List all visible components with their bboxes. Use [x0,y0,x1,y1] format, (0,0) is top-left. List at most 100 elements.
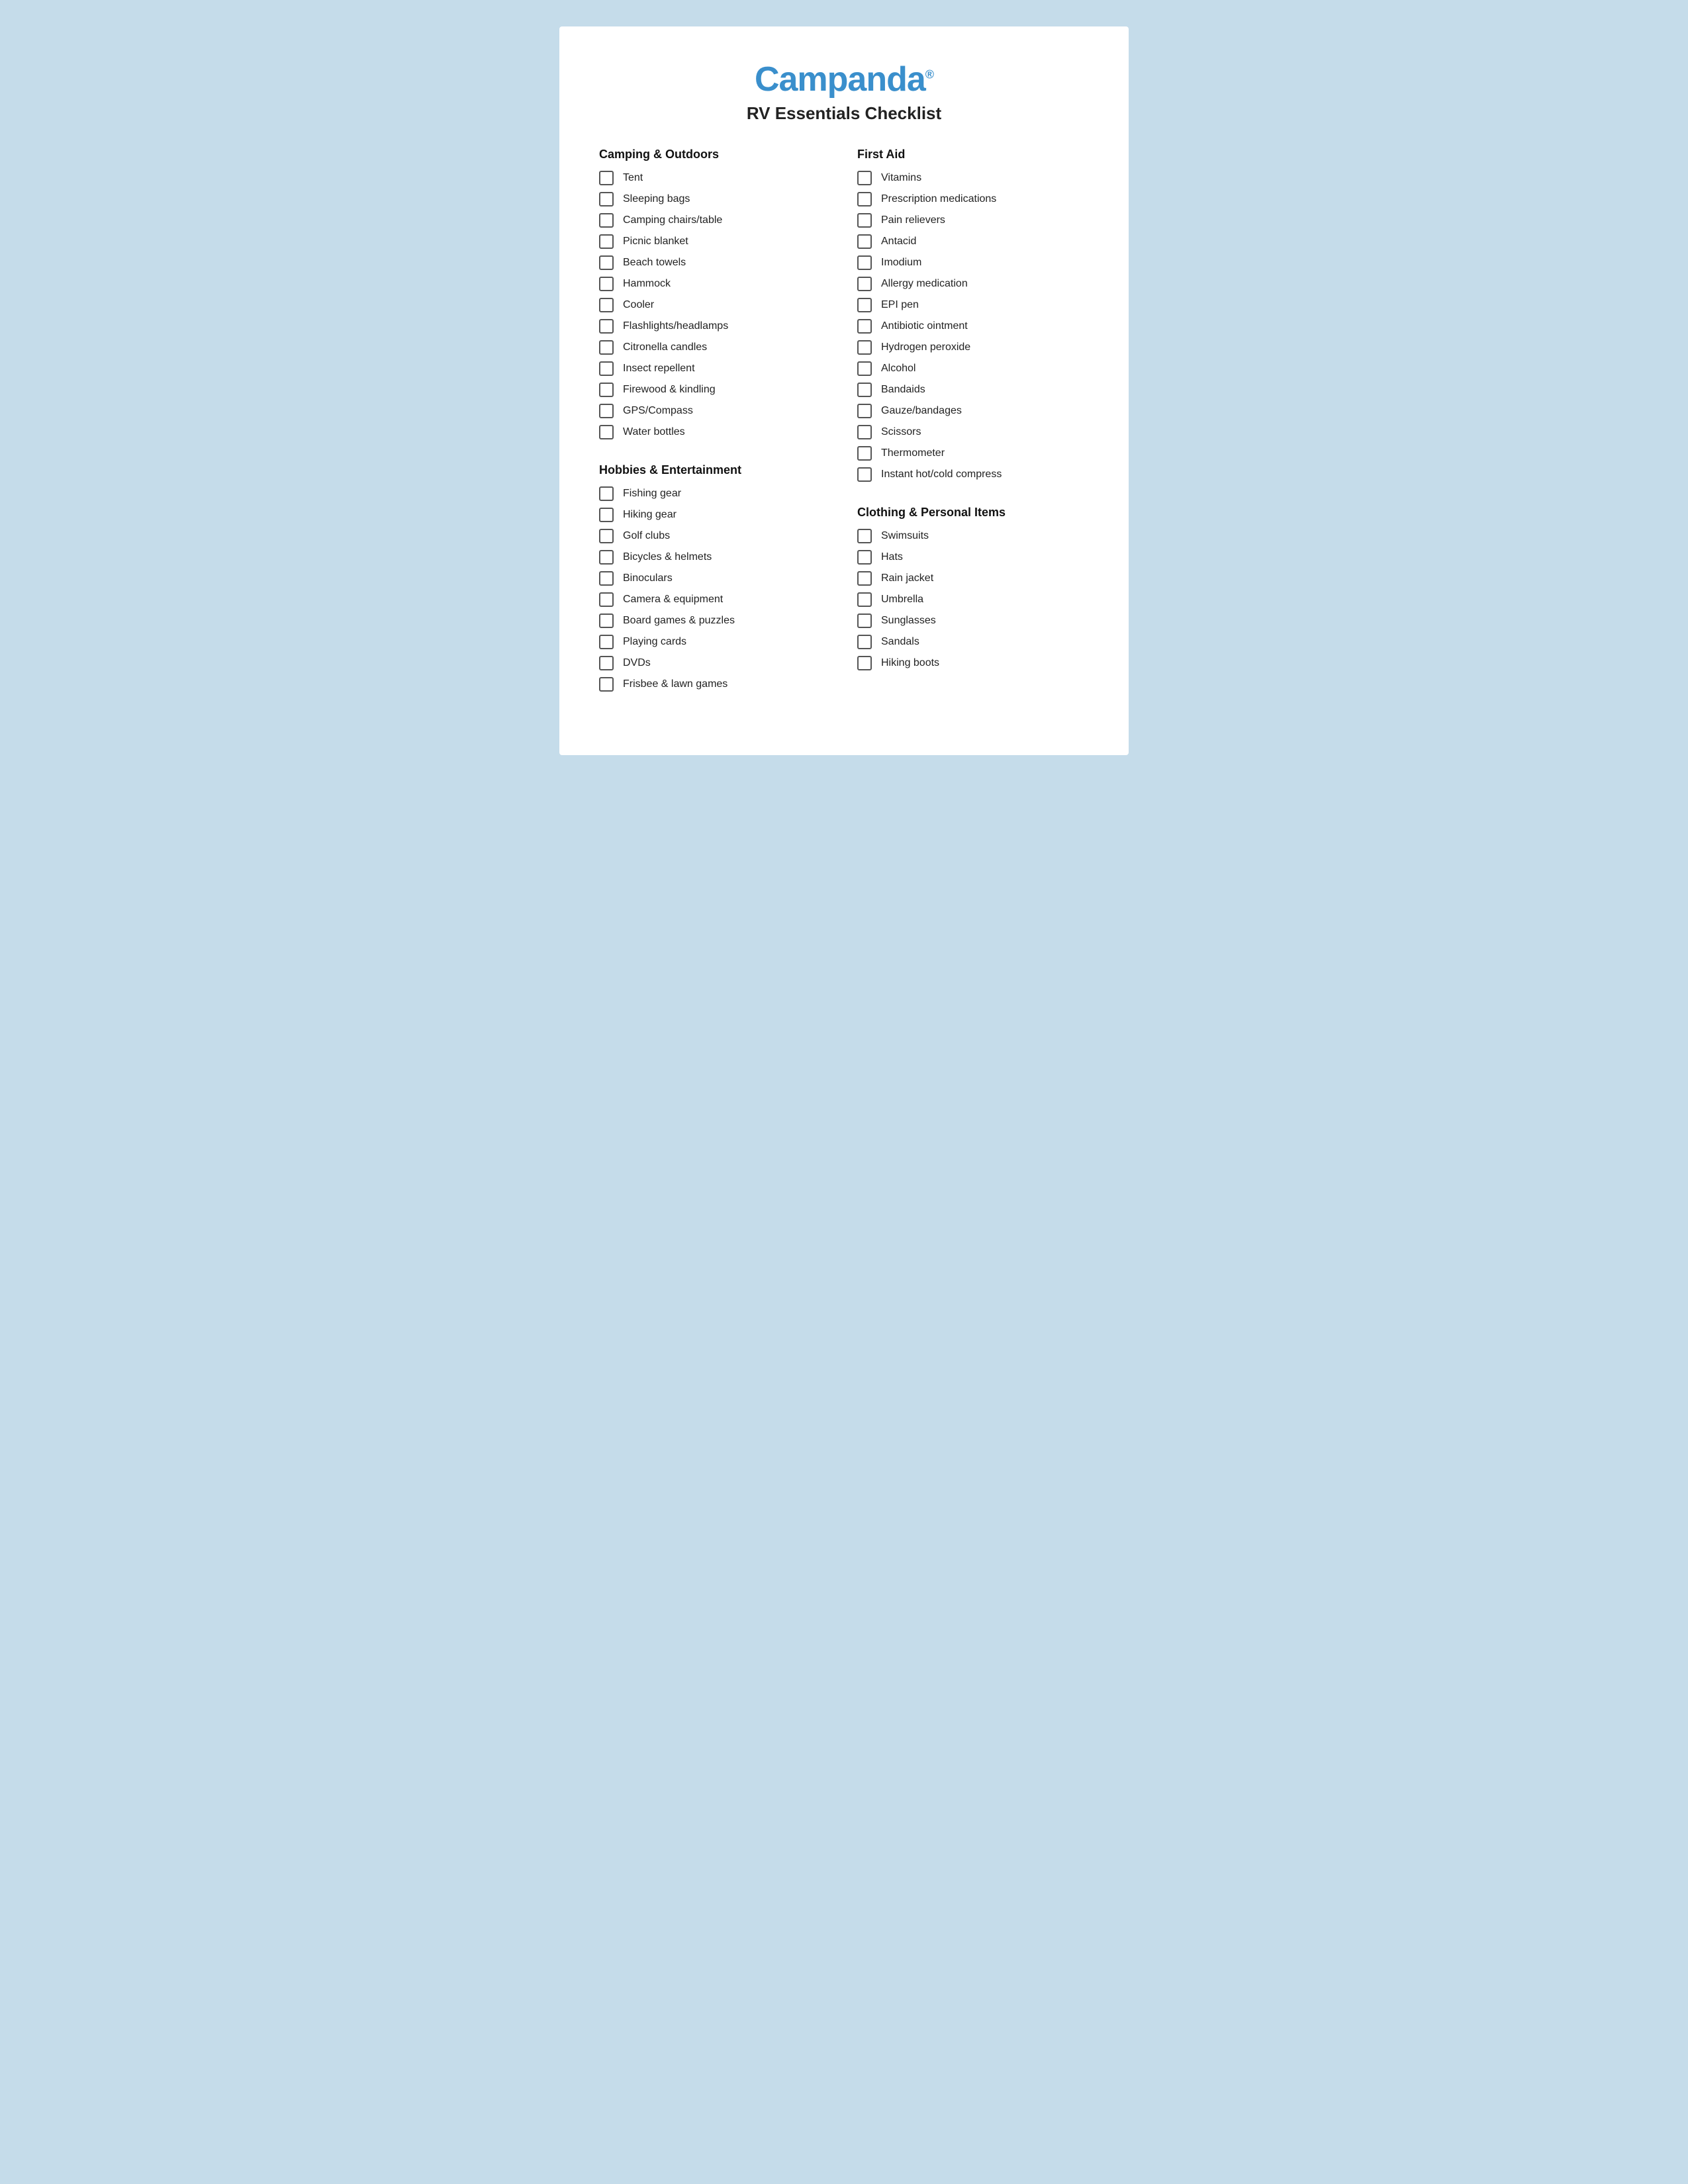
list-item: Bicycles & helmets [599,550,831,565]
checkbox-hobbies-entertainment-2[interactable] [599,529,614,543]
checkbox-clothing-personal-3[interactable] [857,592,872,607]
item-label: Board games & puzzles [623,615,735,627]
item-label: Prescription medications [881,193,996,205]
brand-logo: Campanda® [599,60,1089,99]
checkbox-clothing-personal-2[interactable] [857,571,872,586]
checkbox-camping-outdoors-8[interactable] [599,340,614,355]
list-item: Golf clubs [599,529,831,543]
list-item: Pain relievers [857,213,1089,228]
list-item: Tent [599,171,831,185]
list-item: Insect repellent [599,361,831,376]
section-title-clothing-personal: Clothing & Personal Items [857,506,1089,520]
list-item: Sunglasses [857,614,1089,628]
checkbox-first-aid-2[interactable] [857,213,872,228]
checkbox-first-aid-12[interactable] [857,425,872,439]
checkbox-hobbies-entertainment-6[interactable] [599,614,614,628]
checkbox-camping-outdoors-10[interactable] [599,383,614,397]
section-title-first-aid: First Aid [857,148,1089,161]
checkbox-camping-outdoors-7[interactable] [599,319,614,334]
section-first-aid: First AidVitaminsPrescription medication… [857,148,1089,482]
checkbox-first-aid-0[interactable] [857,171,872,185]
section-hobbies-entertainment: Hobbies & Entertainment Fishing gear Hikin… [599,463,831,692]
checkbox-hobbies-entertainment-9[interactable] [599,677,614,692]
list-item: Flashlights/headlamps [599,319,831,334]
item-label: Picnic blanket [623,236,688,248]
list-item: Hydrogen peroxide [857,340,1089,355]
item-label: Antibiotic ointment [881,320,968,332]
checkbox-camping-outdoors-9[interactable] [599,361,614,376]
item-label: Bicycles & helmets [623,551,712,563]
item-label: GPS/Compass [623,405,693,417]
list-item: Water bottles [599,425,831,439]
checkbox-hobbies-entertainment-3[interactable] [599,550,614,565]
item-label: Bandaids [881,384,925,396]
item-label: Sunglasses [881,615,936,627]
list-item: Umbrella [857,592,1089,607]
checkbox-clothing-personal-5[interactable] [857,635,872,649]
checkbox-first-aid-9[interactable] [857,361,872,376]
checkbox-clothing-personal-0[interactable] [857,529,872,543]
checkbox-camping-outdoors-4[interactable] [599,255,614,270]
list-item: Thermometer [857,446,1089,461]
page-title: RV Essentials Checklist [599,103,1089,124]
list-item: Beach towels [599,255,831,270]
checkbox-camping-outdoors-1[interactable] [599,192,614,206]
item-label: Water bottles [623,426,685,438]
checkbox-first-aid-3[interactable] [857,234,872,249]
checkbox-hobbies-entertainment-0[interactable] [599,486,614,501]
item-label: Sleeping bags [623,193,690,205]
item-label: Insect repellent [623,363,695,375]
checkbox-first-aid-5[interactable] [857,277,872,291]
checkbox-clothing-personal-6[interactable] [857,656,872,670]
list-item: Camping chairs/table [599,213,831,228]
checkbox-first-aid-7[interactable] [857,319,872,334]
checkbox-hobbies-entertainment-4[interactable] [599,571,614,586]
section-title-hobbies-entertainment: Hobbies & Entertainment [599,463,831,477]
list-item: Allergy medication [857,277,1089,291]
checkbox-hobbies-entertainment-7[interactable] [599,635,614,649]
checkbox-first-aid-6[interactable] [857,298,872,312]
item-label: Swimsuits [881,530,929,542]
checkbox-first-aid-1[interactable] [857,192,872,206]
list-item: Prescription medications [857,192,1089,206]
item-label: Gauze/bandages [881,405,962,417]
list-item: Gauze/bandages [857,404,1089,418]
logo-text: Campanda [755,60,925,99]
list-item: Sleeping bags [599,192,831,206]
checkbox-camping-outdoors-11[interactable] [599,404,614,418]
list-item: Citronella candles [599,340,831,355]
checkbox-first-aid-4[interactable] [857,255,872,270]
checkbox-camping-outdoors-6[interactable] [599,298,614,312]
checkbox-camping-outdoors-5[interactable] [599,277,614,291]
right-column: First AidVitaminsPrescription medication… [857,148,1089,715]
checkbox-first-aid-14[interactable] [857,467,872,482]
list-item: Antacid [857,234,1089,249]
checkbox-first-aid-10[interactable] [857,383,872,397]
item-label: Camera & equipment [623,594,723,606]
checkbox-camping-outdoors-3[interactable] [599,234,614,249]
checkbox-hobbies-entertainment-8[interactable] [599,656,614,670]
checkbox-hobbies-entertainment-1[interactable] [599,508,614,522]
list-item: Board games & puzzles [599,614,831,628]
checkbox-clothing-personal-4[interactable] [857,614,872,628]
item-label: Binoculars [623,572,673,584]
checkbox-first-aid-13[interactable] [857,446,872,461]
list-item: Firewood & kindling [599,383,831,397]
checkbox-clothing-personal-1[interactable] [857,550,872,565]
item-label: Hiking gear [623,509,677,521]
item-label: Imodium [881,257,921,269]
item-label: Thermometer [881,447,945,459]
checkbox-camping-outdoors-2[interactable] [599,213,614,228]
checkbox-camping-outdoors-0[interactable] [599,171,614,185]
list-item: Sandals [857,635,1089,649]
checkbox-hobbies-entertainment-5[interactable] [599,592,614,607]
list-item: Fishing gear [599,486,831,501]
item-label: Antacid [881,236,916,248]
checkbox-first-aid-8[interactable] [857,340,872,355]
item-label: Flashlights/headlamps [623,320,728,332]
checkbox-first-aid-11[interactable] [857,404,872,418]
list-item: Binoculars [599,571,831,586]
list-item: GPS/Compass [599,404,831,418]
checkbox-camping-outdoors-12[interactable] [599,425,614,439]
item-label: Instant hot/cold compress [881,469,1002,480]
